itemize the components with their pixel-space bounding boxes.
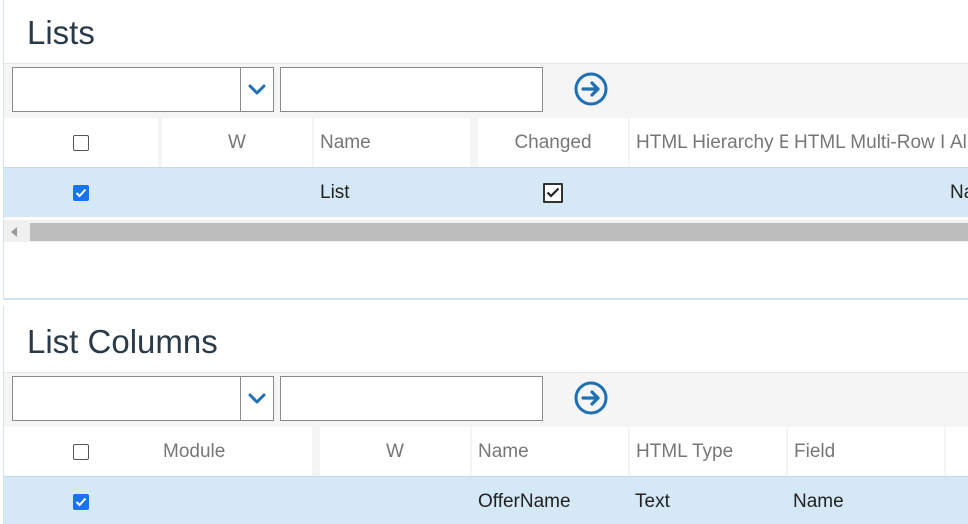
chevron-down-icon[interactable] — [240, 377, 273, 420]
cell-hierarchy — [636, 168, 786, 217]
cell-html-type: Text — [635, 490, 670, 512]
column-header-field[interactable]: Field — [788, 427, 944, 476]
list-columns-title: List Columns — [27, 323, 218, 360]
select-all-header — [4, 427, 158, 476]
lists-title: Lists — [27, 14, 95, 51]
horizontal-scrollbar[interactable] — [4, 220, 968, 242]
column-header-alp[interactable]: Alp — [946, 118, 968, 167]
cell-changed — [478, 168, 628, 217]
lists-panel: Lists W Name Changed HTML Hierarchy E HT… — [3, 0, 968, 300]
row-select-cell — [4, 168, 158, 217]
arrow-right-circle-icon[interactable] — [574, 381, 608, 415]
scrollbar-thumb[interactable] — [30, 223, 968, 241]
column-header-html-hierarchy[interactable]: HTML Hierarchy E — [630, 118, 788, 167]
list-columns-search-input[interactable] — [280, 376, 543, 421]
triangle-left-icon[interactable] — [10, 225, 18, 243]
select-all-header — [4, 118, 158, 167]
select-all-checkbox[interactable] — [73, 134, 89, 151]
changed-checkbox — [543, 182, 563, 203]
column-header-w[interactable]: W — [320, 427, 470, 476]
cell-w — [320, 477, 470, 524]
table-row[interactable]: OfferName Text Name — [4, 476, 968, 524]
list-columns-header-row: Module W Name HTML Type Field — [4, 427, 968, 476]
row-select-cell — [4, 477, 158, 524]
column-header-name[interactable]: Name — [472, 427, 628, 476]
column-header-name[interactable]: Name — [314, 118, 470, 167]
arrow-right-circle-icon[interactable] — [574, 72, 608, 106]
cell-name: List — [320, 181, 350, 203]
list-columns-filter-dropdown[interactable] — [12, 376, 274, 421]
row-select-checkbox[interactable] — [73, 493, 89, 510]
cell-multirow — [794, 168, 944, 217]
column-header-html-multirow[interactable]: HTML Multi-Row I — [788, 118, 946, 167]
column-header-changed[interactable]: Changed — [478, 118, 628, 167]
cell-module — [162, 477, 312, 524]
row-select-checkbox[interactable] — [73, 184, 89, 201]
column-header-w[interactable]: W — [162, 118, 312, 167]
chevron-down-icon[interactable] — [240, 68, 273, 111]
lists-filter-dropdown[interactable] — [12, 67, 274, 112]
lists-search-input[interactable] — [280, 67, 543, 112]
list-columns-panel: List Columns Module W Name HTML Type Fie… — [3, 306, 968, 524]
column-header-blank — [946, 427, 968, 476]
list-columns-toolbar — [4, 372, 968, 428]
cell-field: Name — [793, 490, 844, 512]
lists-toolbar — [4, 63, 968, 119]
cell-w — [162, 168, 312, 217]
column-header-html-type[interactable]: HTML Type — [630, 427, 786, 476]
cell-alp: Na — [950, 181, 968, 203]
column-header-module[interactable]: Module — [157, 427, 312, 476]
cell-name: OfferName — [478, 490, 571, 512]
table-row[interactable]: List Na — [4, 167, 968, 217]
lists-header-row: W Name Changed HTML Hierarchy E HTML Mul… — [4, 118, 968, 167]
select-all-checkbox[interactable] — [73, 443, 89, 460]
